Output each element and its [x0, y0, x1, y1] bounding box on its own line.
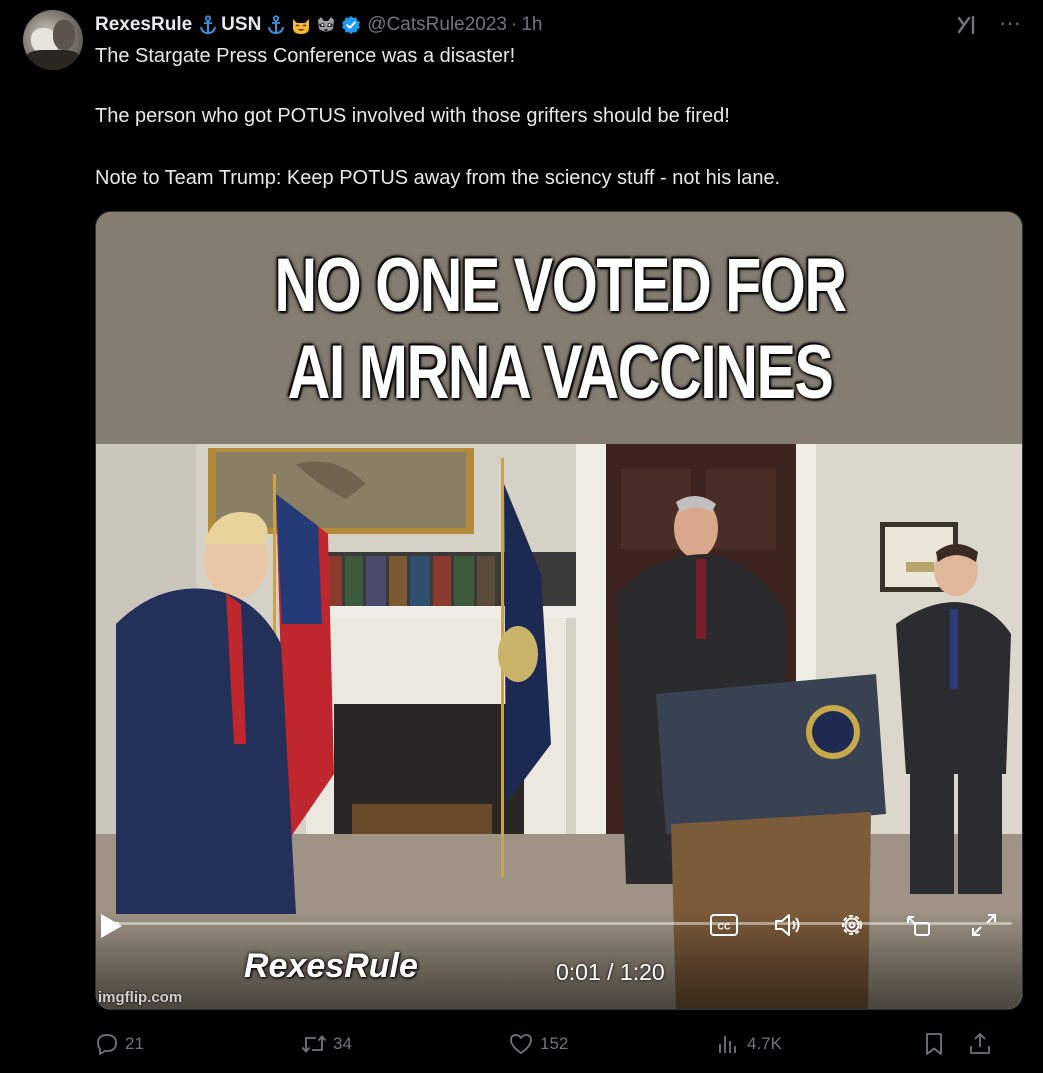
progress-bar[interactable]: [108, 922, 1012, 925]
separator-dot: ·: [511, 14, 518, 35]
video-watermark: RexesRule: [244, 947, 418, 985]
more-icon[interactable]: ···: [997, 12, 1023, 38]
timestamp[interactable]: 1h: [521, 14, 542, 36]
like-button[interactable]: 152: [508, 1030, 568, 1058]
display-name[interactable]: RexesRule: [95, 14, 192, 36]
tweet[interactable]: RexesRule USN @CatsRule2023 · 1h ··· The…: [0, 0, 1043, 1073]
verified-badge-icon: [342, 15, 361, 35]
tweet-text-line-1: The Stargate Press Conference was a disa…: [95, 45, 516, 67]
settings-gear-icon[interactable]: [836, 911, 868, 939]
views-count: 4.7K: [747, 1034, 782, 1053]
picture-in-picture-icon[interactable]: [902, 911, 934, 939]
video-controls: RexesRule imgflip.com 0:01 / 1:20 CC: [96, 911, 1022, 1009]
fullscreen-icon[interactable]: [968, 911, 1000, 939]
usn-label: USN: [221, 14, 262, 35]
tweet-actions: 21 34 152 4.7K: [95, 1030, 995, 1060]
captions-icon[interactable]: CC: [708, 911, 740, 939]
reply-icon: [97, 1034, 117, 1055]
views-icon: [719, 1036, 736, 1053]
meme-caption-line-1: NO ONE VOTED FOR: [274, 243, 847, 328]
raccoon-emoji-icon: [318, 17, 335, 32]
repost-count: 34: [333, 1034, 352, 1053]
time-display: 0:01 / 1:20: [556, 959, 665, 985]
video-player[interactable]: NO ONE VOTED FOR AI MRNA VACCINES RexesR…: [95, 211, 1023, 1010]
heart-icon: [510, 1034, 532, 1054]
handle[interactable]: @CatsRule2023: [367, 14, 507, 36]
source-watermark: imgflip.com: [98, 989, 183, 1006]
meme-caption-line-2: AI MRNA VACCINES: [287, 330, 834, 415]
reply-count: 21: [125, 1034, 144, 1053]
tweet-header: RexesRule USN @CatsRule2023 · 1h: [95, 12, 542, 38]
views-button[interactable]: 4.7K: [715, 1030, 782, 1058]
tweet-text-line-2: The person who got POTUS involved with t…: [95, 105, 730, 127]
bookmark-icon[interactable]: [921, 1030, 947, 1058]
anchor-emoji-icon: [268, 15, 285, 35]
video-frame[interactable]: RexesRule imgflip.com 0:01 / 1:20 CC: [96, 444, 1022, 1009]
avatar[interactable]: [23, 10, 83, 70]
grok-icon[interactable]: [955, 12, 981, 38]
volume-icon[interactable]: [772, 911, 804, 939]
share-icon[interactable]: [967, 1030, 993, 1058]
play-icon[interactable]: [96, 911, 126, 941]
like-count: 152: [540, 1034, 569, 1053]
svg-text:CC: CC: [718, 922, 731, 932]
meme-caption-panel: NO ONE VOTED FOR AI MRNA VACCINES: [96, 212, 1022, 444]
tweet-text-line-3: Note to Team Trump: Keep POTUS away from…: [95, 167, 781, 189]
repost-button[interactable]: 34: [301, 1030, 352, 1058]
anchor-emoji-icon: [200, 15, 217, 35]
cat-emoji-icon: [293, 19, 310, 34]
reply-button[interactable]: 21: [95, 1030, 144, 1058]
repost-icon: [301, 1035, 327, 1053]
